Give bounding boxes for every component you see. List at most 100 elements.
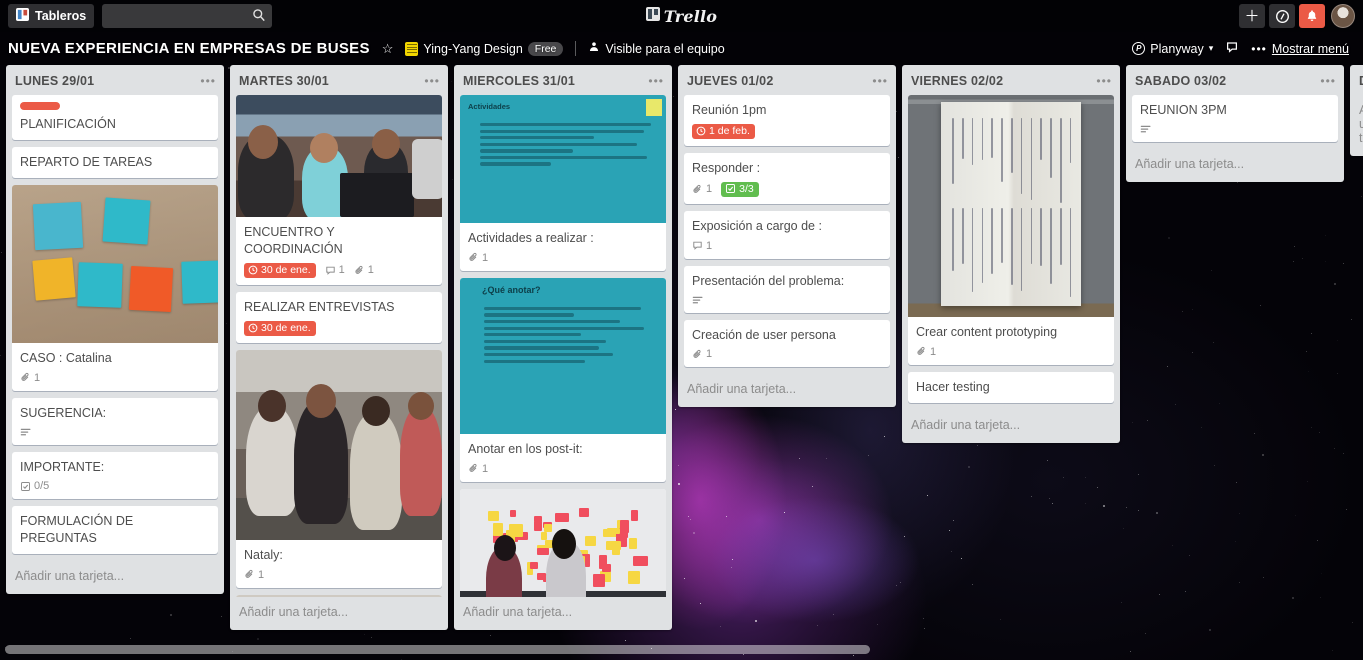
butler-button[interactable]: [1225, 40, 1239, 57]
search-box[interactable]: [102, 4, 273, 28]
list-menu-icon[interactable]: •••: [1096, 75, 1112, 87]
search-icon: [252, 8, 266, 27]
visibility-button[interactable]: Visible para el equipo: [588, 41, 725, 56]
card[interactable]: [460, 488, 666, 597]
global-header: Tableros Trello ＋: [0, 0, 1363, 32]
list-header: SABADO 03/02 •••: [1126, 65, 1344, 95]
attachment-badge: 1: [692, 348, 712, 360]
card-badges: [1140, 124, 1330, 135]
boards-label: Tableros: [35, 9, 87, 23]
badge-value: 1: [706, 348, 713, 361]
badge-value: 30 de ene.: [261, 263, 311, 276]
horizontal-scrollbar[interactable]: [5, 645, 870, 654]
card-cover-image: [908, 95, 1114, 317]
card[interactable]: Actividades Actividades a realizar : 1: [460, 95, 666, 271]
badge-value: 1: [482, 251, 489, 264]
team-button[interactable]: Ying-Yang Design Free: [405, 41, 564, 56]
due-date-badge: 1 de feb.: [692, 123, 755, 139]
card-badges: 1 3/3: [692, 181, 882, 197]
list-3: MIERCOLES 31/01 ••• Actividades Activida…: [454, 65, 672, 630]
badge-value: 1 de feb.: [709, 124, 750, 137]
board-title: NUEVA EXPERIENCIA EN EMPRESAS DE BUSES: [8, 40, 370, 57]
list-menu-icon[interactable]: •••: [872, 75, 888, 87]
card-title: REUNION 3PM: [1140, 103, 1227, 117]
list-header: LUNES 29/01 •••: [6, 65, 224, 95]
card-title: Anotar en los post-it:: [468, 441, 583, 456]
planyway-powerup-button[interactable]: P Planyway ▾: [1132, 42, 1213, 56]
star-button[interactable]: ☆: [382, 41, 394, 57]
card[interactable]: Hacer testing: [908, 371, 1114, 403]
card[interactable]: FORMULACIÓN DE PREGUNTAS: [12, 506, 218, 555]
slide-heading: Actividades: [468, 102, 511, 111]
card[interactable]: Responder : 1 3/3: [684, 152, 890, 204]
list-menu-icon[interactable]: •••: [200, 75, 216, 87]
card[interactable]: Nataly: 1: [236, 349, 442, 588]
chevron-down-icon: ▾: [1208, 43, 1214, 53]
card[interactable]: SUGERENCIA:: [12, 397, 218, 445]
info-icon[interactable]: [1269, 4, 1295, 28]
card[interactable]: [236, 594, 442, 597]
add-card-button[interactable]: Añadir una tarjeta...: [230, 597, 448, 630]
list-menu-icon[interactable]: •••: [1320, 75, 1336, 87]
list-menu-icon[interactable]: •••: [648, 75, 664, 87]
star-icon: ☆: [381, 40, 394, 56]
add-card-button[interactable]: Añadir una tarjeta...: [1350, 95, 1363, 156]
add-card-button[interactable]: Añadir una tarjeta...: [454, 597, 672, 630]
description-badge: [692, 295, 704, 306]
boards-button[interactable]: Tableros: [8, 4, 95, 28]
card-badges: 1 de feb.: [692, 123, 882, 139]
card-title: FORMULACIÓN DE PREGUNTAS: [20, 514, 134, 546]
add-card-button[interactable]: Añadir una tarjeta...: [6, 561, 224, 594]
add-card-button[interactable]: Añadir una tarjeta...: [678, 374, 896, 407]
card[interactable]: REUNION 3PM: [1132, 95, 1338, 142]
search-input[interactable]: [102, 4, 273, 28]
card[interactable]: Reunión 1pm 1 de feb.: [684, 95, 890, 146]
card-badges: 1: [692, 240, 882, 252]
due-date-badge: 30 de ene.: [244, 320, 316, 336]
badge-value: 1: [706, 239, 713, 252]
card[interactable]: Exposición a cargo de : 1: [684, 210, 890, 259]
list-title: LUNES 29/01: [15, 74, 95, 88]
planyway-label: Planyway: [1150, 41, 1204, 56]
plus-icon[interactable]: ＋: [1239, 4, 1265, 28]
card-cover-image: Actividades: [460, 95, 666, 223]
list-header: D •••: [1350, 65, 1363, 95]
list-menu-icon[interactable]: •••: [424, 75, 440, 87]
card[interactable]: ¿Qué anotar? Anotar en los post-it: 1: [460, 277, 666, 482]
badge-value: 1: [367, 264, 374, 277]
badge-value: 0/5: [34, 480, 50, 493]
card[interactable]: REALIZAR ENTREVISTAS 30 de ene.: [236, 291, 442, 343]
more-dots-icon: •••: [1251, 41, 1267, 56]
attachment-badge: 1: [354, 264, 374, 276]
card[interactable]: Crear content prototyping 1: [908, 95, 1114, 365]
badge-value: 1: [34, 371, 41, 384]
badge-value: 3/3: [739, 182, 754, 195]
list-cards: Actividades Actividades a realizar : 1 ¿Q…: [454, 95, 672, 597]
add-card-button[interactable]: Añadir una tarjeta...: [1126, 149, 1344, 182]
card-badges: 1: [468, 463, 658, 475]
card[interactable]: REPARTO DE TAREAS: [12, 146, 218, 178]
card[interactable]: PLANIFICACIÓN: [12, 95, 218, 140]
board-header: NUEVA EXPERIENCIA EN EMPRESAS DE BUSES ☆…: [0, 32, 1363, 65]
show-menu-link[interactable]: Mostrar menú: [1272, 42, 1349, 56]
card-title: Exposición a cargo de :: [692, 218, 822, 233]
description-badge: [20, 427, 32, 438]
list-cards: REUNION 3PM: [1126, 95, 1344, 149]
card-title: PLANIFICACIÓN: [20, 117, 116, 131]
card-label[interactable]: [20, 102, 60, 110]
trello-mark-icon: [645, 6, 660, 26]
attachment-badge: 1: [244, 569, 264, 581]
add-card-button[interactable]: Añadir una tarjeta...: [902, 410, 1120, 443]
card[interactable]: ENCUENTRO Y COORDINACIÓN 30 de ene. 1 1: [236, 95, 442, 285]
board-more-menu[interactable]: ••• Mostrar menú: [1251, 42, 1349, 56]
card[interactable]: CASO : Catalina 1: [12, 184, 218, 391]
avatar[interactable]: [1331, 4, 1355, 28]
card-cover-image: [460, 488, 666, 597]
card[interactable]: IMPORTANTE: 0/5: [12, 451, 218, 500]
card[interactable]: Creación de user persona 1: [684, 319, 890, 368]
badge-value: 1: [338, 264, 345, 277]
list-title: VIERNES 02/02: [911, 74, 1004, 88]
card[interactable]: Presentación del problema:: [684, 265, 890, 313]
due-date-badge: 30 de ene.: [244, 262, 316, 278]
bell-icon[interactable]: [1299, 4, 1325, 28]
